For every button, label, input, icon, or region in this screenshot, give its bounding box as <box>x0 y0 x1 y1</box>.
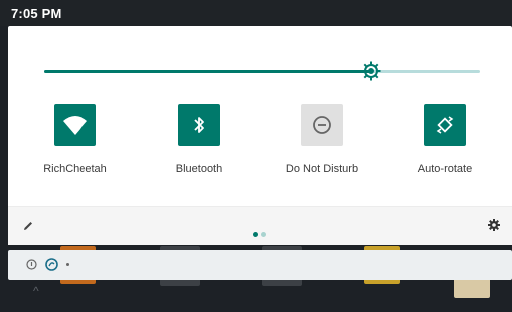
gear-icon[interactable] <box>488 219 500 231</box>
brightness-slider-fill <box>44 70 371 73</box>
brightness-slider[interactable] <box>44 61 480 81</box>
tile-label: RichCheetah <box>43 163 107 175</box>
chevron-up-icon: ^ <box>33 284 39 298</box>
page-dot <box>261 232 266 237</box>
tile-do-not-disturb[interactable]: Do Not Disturb <box>262 104 382 175</box>
panel-footer <box>8 206 512 245</box>
page-indicator <box>253 224 269 242</box>
edit-icon[interactable] <box>22 220 34 232</box>
tile-bluetooth[interactable]: Bluetooth <box>139 104 259 175</box>
tile-label: Bluetooth <box>175 163 223 175</box>
notification-icons <box>26 258 69 271</box>
tile-bluetooth-button[interactable] <box>178 104 220 146</box>
auto-rotate-icon <box>436 116 454 134</box>
tile-auto-rotate-button[interactable] <box>424 104 466 146</box>
info-icon <box>26 259 37 270</box>
tile-auto-rotate[interactable]: Auto-rotate <box>385 104 505 175</box>
svg-text:4: 4 <box>79 125 84 135</box>
quick-settings-tiles: 4 RichCheetah Bluetooth Do Not Disturb A… <box>8 104 512 184</box>
bluetooth-icon <box>194 117 204 133</box>
sync-icon <box>45 258 58 271</box>
tile-wifi[interactable]: 4 RichCheetah <box>15 104 135 175</box>
brightness-icon[interactable] <box>361 61 381 81</box>
status-bar: 7:05 PM <box>0 0 512 26</box>
tile-label: Auto-rotate <box>417 163 473 175</box>
wifi-icon: 4 <box>63 116 87 135</box>
tile-label: Do Not Disturb <box>285 163 359 175</box>
tile-wifi-button[interactable]: 4 <box>54 104 96 146</box>
do-not-disturb-icon <box>313 116 331 134</box>
notification-bar[interactable] <box>8 250 512 280</box>
tile-do-not-disturb-button[interactable] <box>301 104 343 146</box>
dot-icon <box>66 263 69 266</box>
quick-settings-panel: 4 RichCheetah Bluetooth Do Not Disturb A… <box>8 26 512 245</box>
status-time: 7:05 PM <box>11 6 62 21</box>
page-dot-active <box>253 232 258 237</box>
